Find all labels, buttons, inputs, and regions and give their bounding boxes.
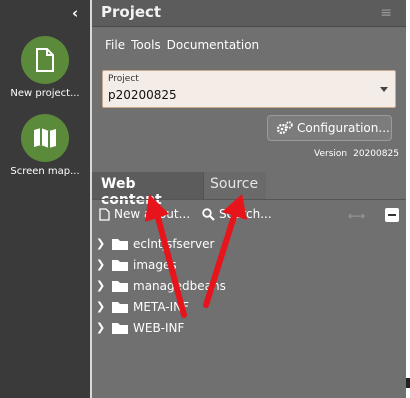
tree-node-label: managedbeans [133,278,226,293]
file-icon [21,36,69,84]
tree-node-label: images [133,257,177,272]
window-edge [406,0,410,398]
new-project-label: New project... [10,88,80,99]
chevron-right-icon[interactable]: ❯ [96,279,108,292]
menu-bar: File Tools Documentation [105,38,259,52]
configuration-button[interactable]: Configuration... [267,115,392,141]
tree-node-label: META-INF [133,299,190,314]
collapse-sidebar-icon[interactable]: ‹ [72,4,78,22]
tree-node-label: eclntjsfserver [133,236,215,251]
folder-icon [112,322,128,334]
folder-icon [112,259,128,271]
version-value: 20200825 [353,149,399,159]
map-icon [21,114,69,162]
tab-source[interactable]: Source [203,172,266,200]
tree-node[interactable]: ❯ META-INF [96,296,226,317]
tab-web-content[interactable]: Web content [92,172,203,208]
new-about-label: New about... [114,207,191,221]
project-select[interactable]: Project p20200825 [102,70,396,108]
edge-marker [406,378,410,388]
panel-menu-icon[interactable]: ≡ [380,5,392,21]
content-toolbar: New about... Search... ⟷ [92,200,406,228]
folder-icon [112,238,128,250]
project-select-value: p20200825 [108,88,177,102]
collapse-all-button[interactable] [385,208,399,222]
new-file-icon [99,207,110,221]
panel-titlebar: Project ≡ [92,0,406,27]
search-button[interactable]: Search... [202,207,272,221]
chevron-right-icon[interactable]: ❯ [96,237,108,250]
new-about-button[interactable]: New about... [99,207,190,221]
tree-node-label: WEB-INF [133,320,185,335]
gears-icon [277,121,293,135]
screen-map-label: Screen map... [10,166,80,177]
tree-node[interactable]: ❯ images [96,254,226,275]
tree-node[interactable]: ❯ WEB-INF [96,317,226,338]
version-label: Version [314,149,348,159]
expand-arrows-icon[interactable]: ⟷ [348,209,365,223]
folder-icon [112,280,128,292]
menu-file[interactable]: File [105,38,125,52]
menu-tools[interactable]: Tools [131,38,161,52]
menu-documentation[interactable]: Documentation [167,38,260,52]
project-panel: Project ≡ File Tools Documentation Proje… [92,0,406,398]
tree-node[interactable]: ❯ managedbeans [96,275,226,296]
version-info: Version 20200825 [314,149,399,159]
search-icon [202,207,215,221]
screen-map-launcher[interactable]: Screen map... [0,114,90,177]
search-label: Search... [219,207,272,221]
folder-icon [112,301,128,313]
file-tree: ❯ eclntjsfserver ❯ images ❯ managedbeans… [96,233,226,338]
panel-title: Project [101,3,162,21]
new-project-launcher[interactable]: New project... [0,36,90,99]
launcher-sidebar: ‹ New project... Screen map... [0,0,90,398]
tree-node[interactable]: ❯ eclntjsfserver [96,233,226,254]
dropdown-caret-icon [380,87,388,92]
chevron-right-icon[interactable]: ❯ [96,300,108,313]
chevron-right-icon[interactable]: ❯ [96,258,108,271]
configuration-label: Configuration... [297,121,390,135]
content-tabs: Web content Source [92,170,406,208]
chevron-right-icon[interactable]: ❯ [96,321,108,334]
project-select-label: Project [108,74,139,84]
